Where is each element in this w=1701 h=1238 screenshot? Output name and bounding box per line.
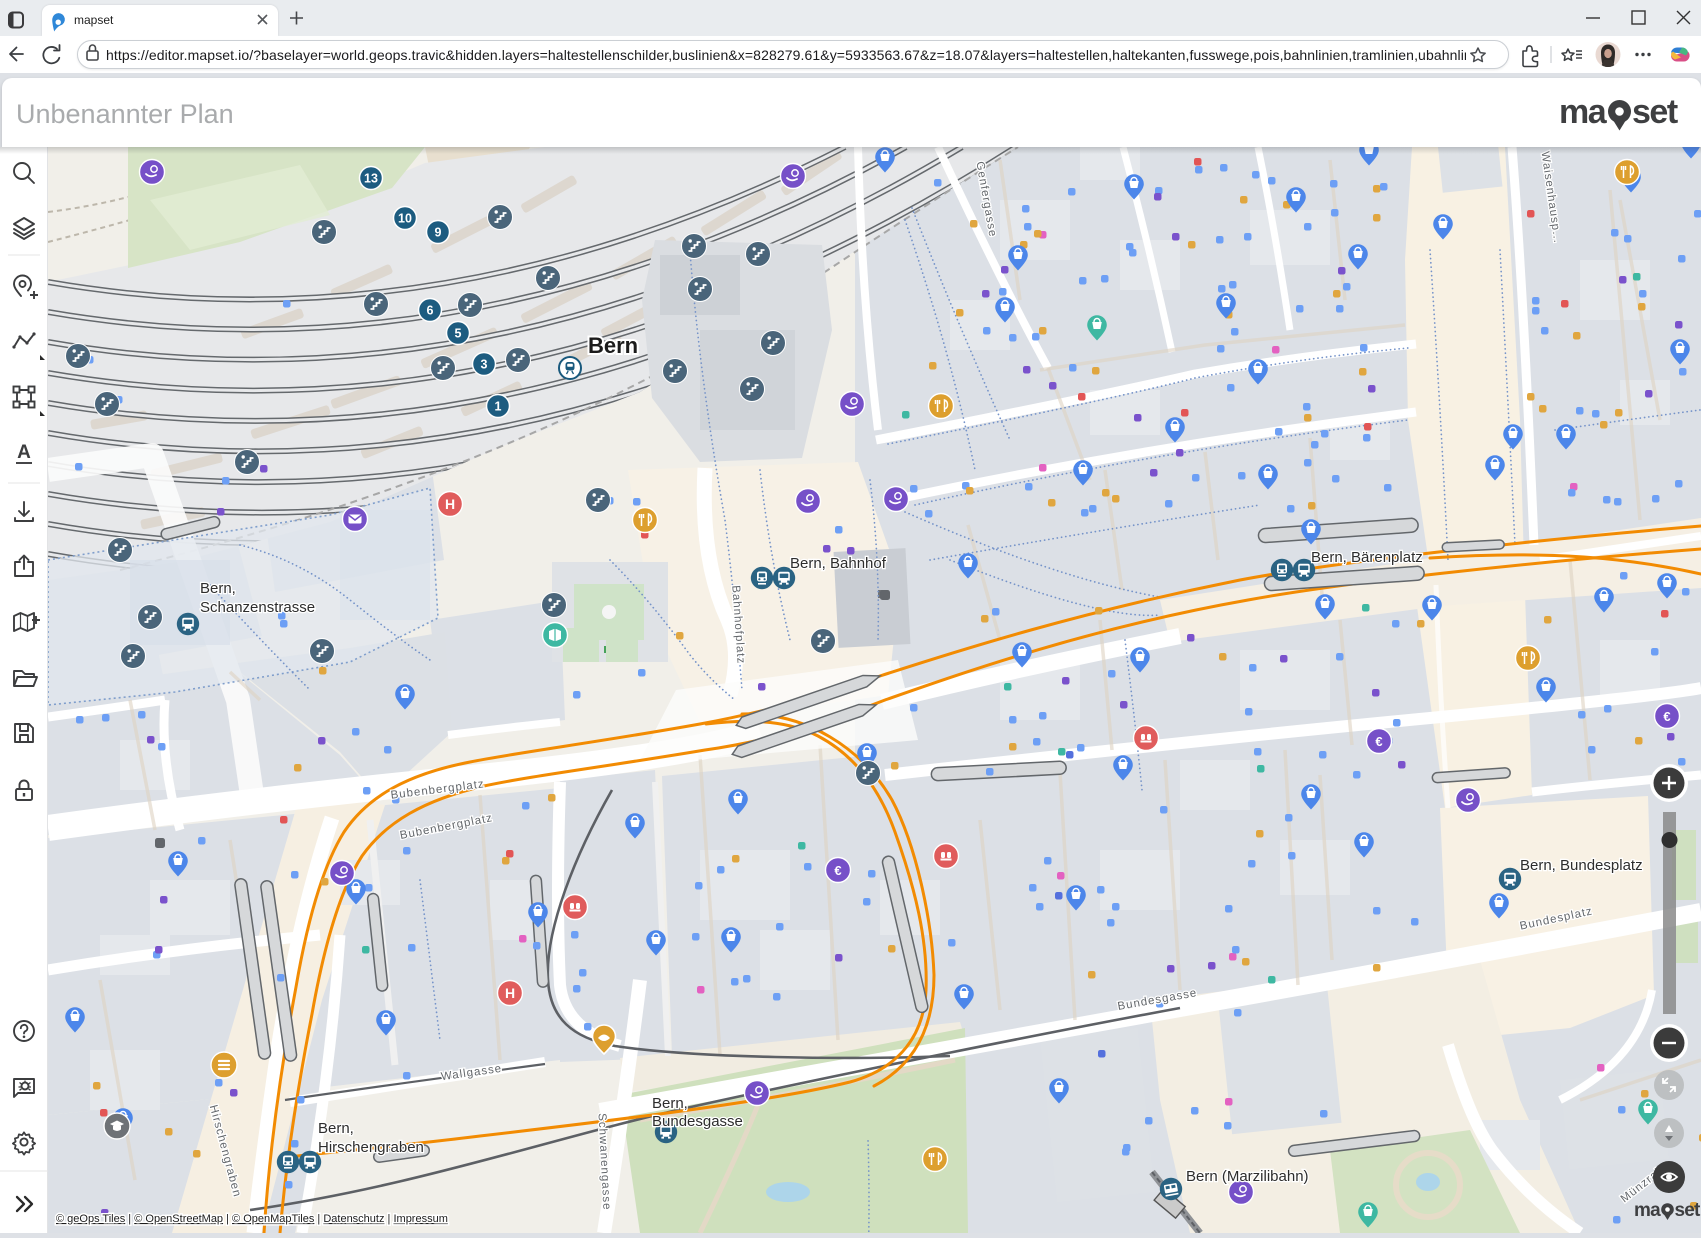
svg-text:1: 1 (495, 400, 502, 414)
svg-text:€: € (1375, 734, 1382, 749)
svg-text:Bern, Bärenplatz: Bern, Bärenplatz (1311, 549, 1423, 566)
svg-text:ma: ma (1634, 1200, 1661, 1221)
svg-text:10: 10 (398, 212, 412, 226)
svg-text:13: 13 (364, 172, 378, 186)
svg-text:9: 9 (435, 226, 442, 240)
svg-text:Bundesgasse: Bundesgasse (652, 1113, 743, 1130)
svg-text:6: 6 (427, 304, 434, 318)
svg-text:H: H (445, 496, 455, 512)
svg-text:€: € (1663, 709, 1670, 724)
svg-text:Schanzenstrasse: Schanzenstrasse (200, 599, 315, 616)
svg-text:Bern,: Bern, (318, 1120, 354, 1137)
svg-text:set: set (1675, 1200, 1701, 1221)
svg-text:Bern, Bundesplatz: Bern, Bundesplatz (1520, 857, 1643, 874)
svg-text:ma: ma (1559, 93, 1608, 131)
svg-text:3: 3 (481, 358, 488, 372)
svg-text:Bern: Bern (588, 333, 638, 358)
svg-text:€: € (834, 863, 841, 878)
svg-text:set: set (1632, 93, 1678, 131)
svg-text:Bern,: Bern, (200, 580, 236, 597)
svg-text:Bern (Marzilibahn): Bern (Marzilibahn) (1186, 1168, 1309, 1185)
svg-text:Bern, Bahnhof: Bern, Bahnhof (790, 555, 887, 572)
svg-text:Bern,: Bern, (652, 1095, 688, 1112)
svg-text:A: A (17, 442, 31, 463)
svg-text:5: 5 (455, 327, 462, 341)
svg-text:H: H (505, 985, 515, 1001)
svg-text:Hirschengraben: Hirschengraben (318, 1139, 424, 1156)
svg-text:© geOps Tiles | © OpenStreetMa: © geOps Tiles | © OpenStreetMap | © Open… (56, 1213, 448, 1225)
